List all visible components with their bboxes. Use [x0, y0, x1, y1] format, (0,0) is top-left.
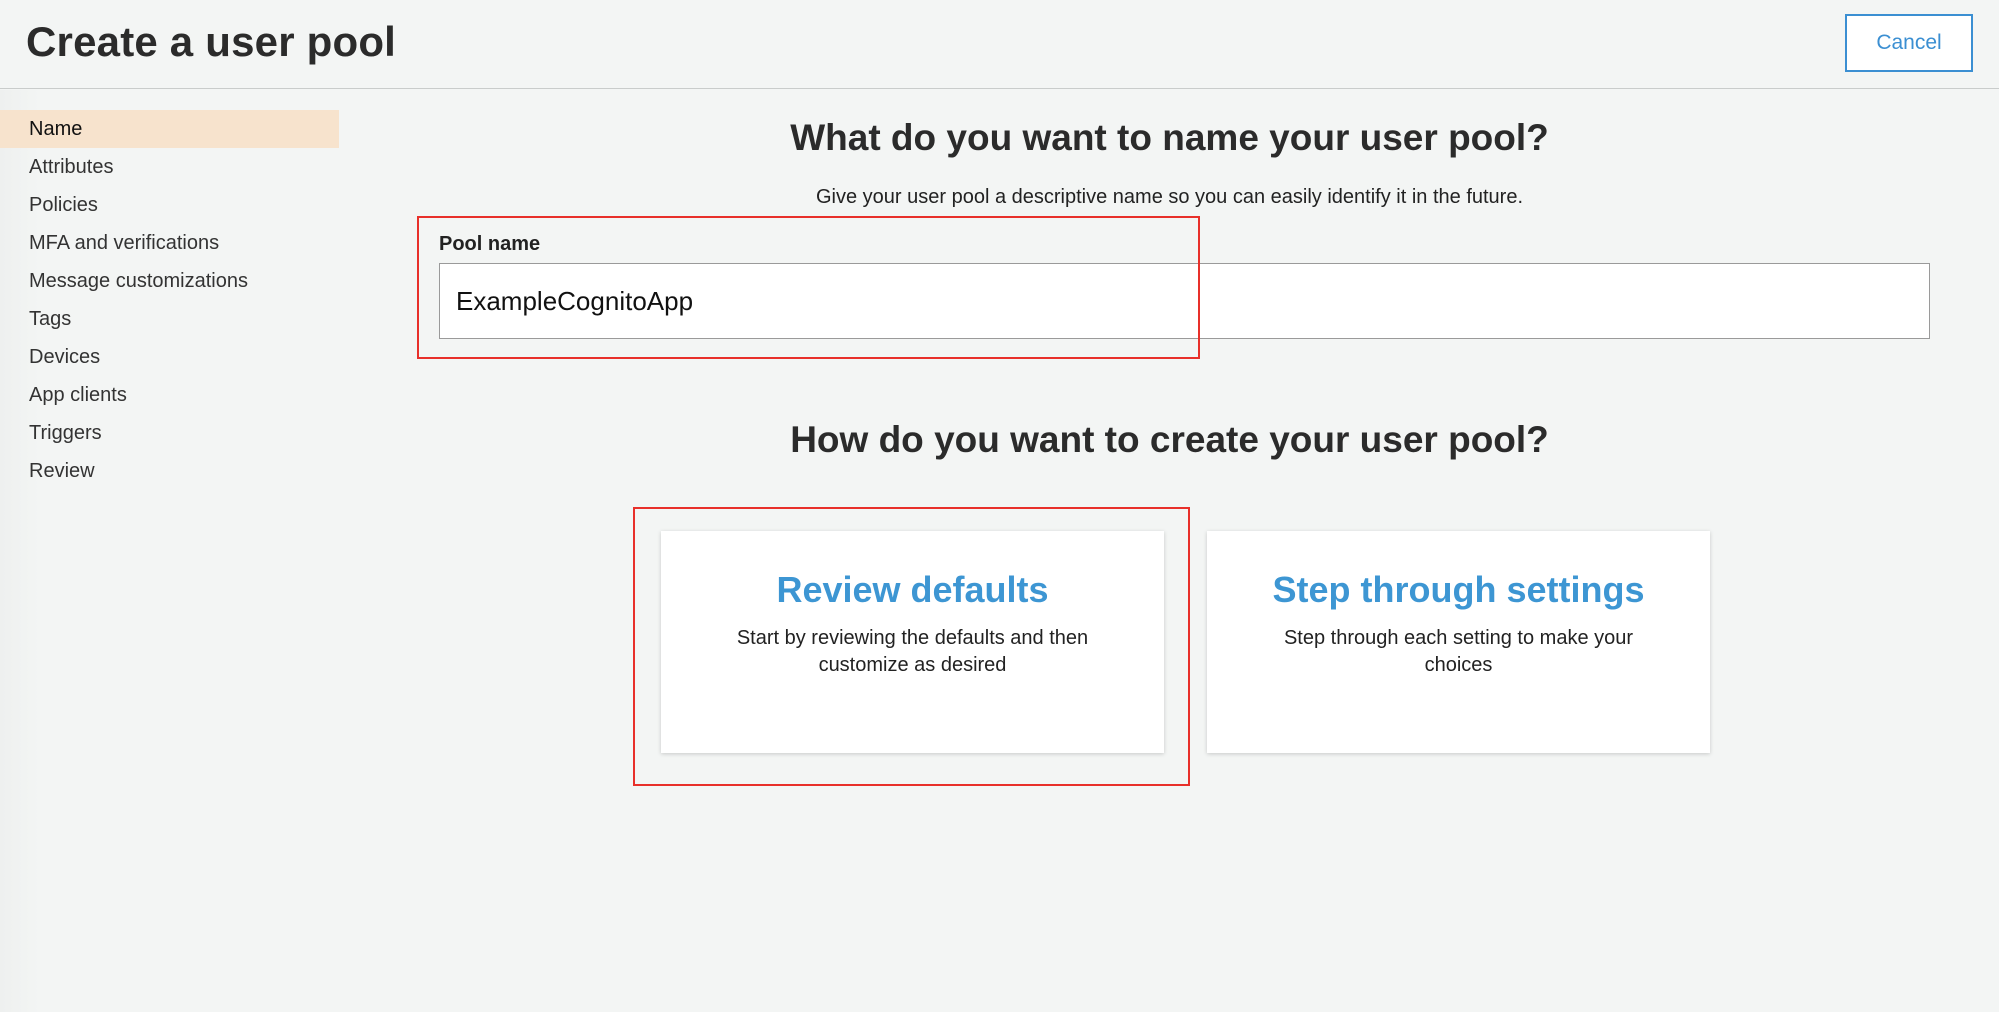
sidebar-item-name[interactable]: Name	[0, 110, 339, 148]
sidebar-item-review[interactable]: Review	[0, 452, 339, 490]
sidebar-item-app-clients[interactable]: App clients	[0, 376, 339, 414]
step-through-settings-title: Step through settings	[1272, 569, 1645, 610]
sidebar-item-triggers[interactable]: Triggers	[0, 414, 339, 452]
create-heading: How do you want to create your user pool…	[790, 419, 1549, 460]
sidebar-item-devices[interactable]: Devices	[0, 338, 339, 376]
top-bar: Create a user pool Cancel	[0, 0, 1999, 89]
sidebar-item-tags[interactable]: Tags	[0, 300, 339, 338]
name-heading: What do you want to name your user pool?	[790, 117, 1549, 158]
page-title: Create a user pool	[26, 18, 397, 65]
sidebar-item-policies[interactable]: Policies	[0, 186, 339, 224]
cancel-button[interactable]: Cancel	[1845, 14, 1973, 72]
step-through-settings-description: Step through each setting to make your c…	[1283, 627, 1634, 676]
sidebar-item-message-customizations[interactable]: Message customizations	[0, 262, 339, 300]
wizard-sidebar: Name Attributes Policies MFA and verific…	[0, 90, 340, 1012]
step-through-settings-card[interactable]: Step through settings Step through each …	[1207, 531, 1710, 753]
review-defaults-description: Start by reviewing the defaults and then…	[736, 627, 1089, 676]
name-subtitle: Give your user pool a descriptive name s…	[815, 186, 1524, 208]
review-defaults-title: Review defaults	[776, 569, 1049, 610]
pool-name-input[interactable]	[439, 263, 1930, 339]
review-defaults-card[interactable]: Review defaults Start by reviewing the d…	[661, 531, 1164, 753]
sidebar-item-mfa-and-verifications[interactable]: MFA and verifications	[0, 224, 339, 262]
sidebar-item-attributes[interactable]: Attributes	[0, 148, 339, 186]
main-content: What do you want to name your user pool?…	[340, 90, 1999, 1012]
pool-name-label: Pool name	[439, 233, 541, 255]
